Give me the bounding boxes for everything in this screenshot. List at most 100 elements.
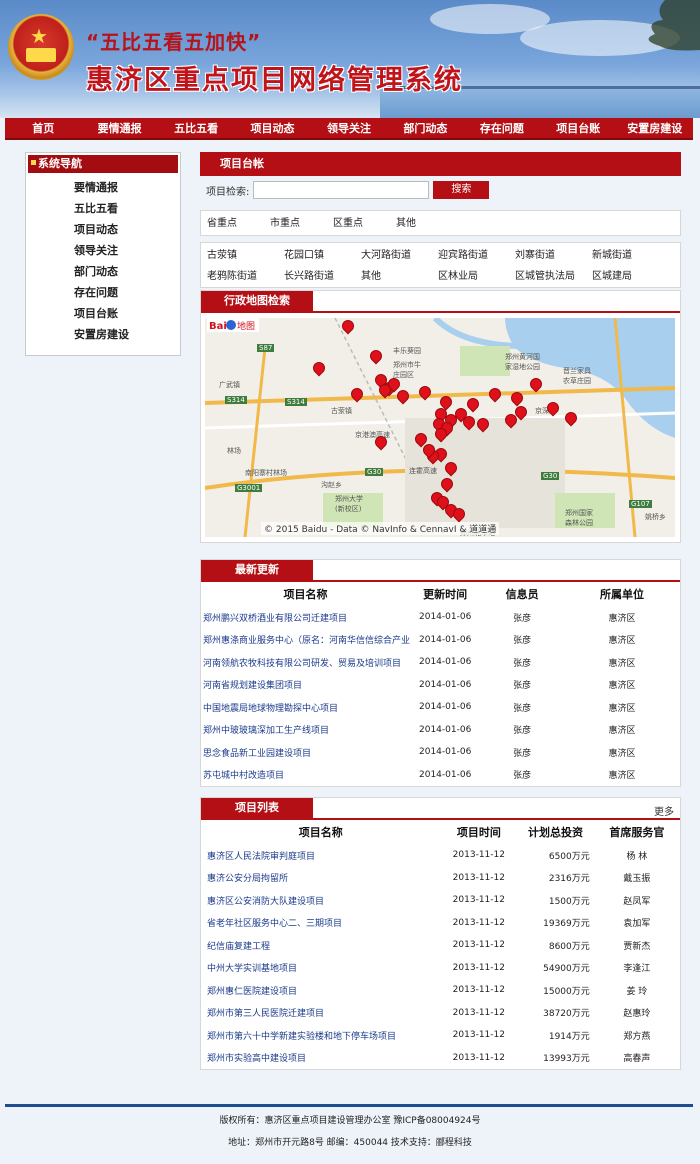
project-link[interactable]: 郑州中玻玻璃深加工生产线项目 [201, 719, 410, 742]
table-cell: 8600万元 [548, 941, 590, 952]
map-panel-title: 行政地图检索 [201, 291, 313, 311]
sidebar-item-five-compare[interactable]: 五比五看 [26, 198, 180, 219]
table-cell: 2013-11-12 [452, 1030, 505, 1041]
table-cell: 2014-01-06 [419, 769, 472, 780]
table-row: 中国地震局地球物理勘探中心项目 2014-01-06 张彦 惠济区 [201, 696, 680, 719]
page-title: 项目台帐 [200, 152, 681, 176]
latest-updates-title: 最新更新 [201, 560, 313, 580]
nav-five-compare[interactable]: 五比五看 [158, 118, 234, 138]
nav-resettlement-housing[interactable]: 安置房建设 [617, 118, 693, 138]
project-link[interactable]: 惠济公安分局拘留所 [201, 867, 441, 890]
filter-unit[interactable]: 区城建局 [586, 266, 663, 287]
table-cell: 54900万元 [543, 964, 590, 975]
filter-unit[interactable]: 长兴路街道 [278, 266, 355, 287]
project-link[interactable]: 惠济区公安消防大队建设项目 [201, 889, 441, 912]
table-cell: 2013-11-12 [452, 1007, 505, 1018]
road-badge: S314 [225, 396, 247, 404]
nav-briefing[interactable]: 要情通报 [81, 118, 157, 138]
search-row: 项目检索: 搜索 [200, 176, 681, 204]
sidebar-item-project-ledger[interactable]: 项目台账 [26, 303, 180, 324]
system-title: 惠济区重点项目网络管理系统 [86, 65, 463, 96]
project-link[interactable]: 郑州惠涤商业服务中心（原名：河南华信信综合产业 [201, 629, 410, 652]
table-cell: 贾新杰 [623, 941, 651, 952]
project-link[interactable]: 郑州惠仁医院建设项目 [201, 979, 441, 1002]
sidebar-item-issues[interactable]: 存在问题 [26, 282, 180, 303]
table-row: 郑州中玻玻璃深加工生产线项目 2014-01-06 张彦 惠济区 [201, 719, 680, 742]
project-link[interactable]: 省老年社区服务中心二、三期项目 [201, 912, 441, 935]
project-link[interactable]: 郑州鹏兴双桥酒业有限公司迁建项目 [201, 606, 410, 629]
footer-address: 地址：郑州市开元路8号 邮编：450044 技术支持：郦程科技 [228, 1138, 472, 1148]
project-link[interactable]: 苏屯城中村改造项目 [201, 764, 410, 787]
filter-city-key[interactable]: 市重点 [264, 213, 327, 234]
filter-provincial-key[interactable]: 省重点 [201, 213, 264, 234]
table-row: 中州大学实训基地项目 2013-11-12 54900万元 李逢江 [201, 957, 680, 980]
search-button[interactable]: 搜索 [433, 181, 490, 199]
filter-other-level[interactable]: 其他 [390, 213, 453, 234]
sidebar-item-leader-focus[interactable]: 领导关注 [26, 240, 180, 261]
nav-home[interactable]: 首页 [5, 118, 81, 138]
project-link[interactable]: 河南省规划建设集团项目 [201, 674, 410, 697]
district-map[interactable]: 丰乐葵园 郑州市牛 庄园区 郑州黄河国 家湿地公园 晋兰家具 农草庄园 广武镇 … [205, 318, 675, 537]
sidebar-item-briefing[interactable]: 要情通报 [26, 177, 180, 198]
table-cell: 姜 玲 [626, 986, 648, 997]
filter-unit[interactable]: 古荥镇 [201, 245, 278, 266]
filter-district-key[interactable]: 区重点 [327, 213, 390, 234]
header-slogan: “五比五看五加快” [86, 30, 262, 54]
header-banner: ★ “五比五看五加快” 惠济区重点项目网络管理系统 [0, 0, 700, 118]
project-link[interactable]: 郑州市第六十中学新建实验楼和地下停车场项目 [201, 1024, 441, 1047]
filter-unit[interactable]: 迎宾路街道 [432, 245, 509, 266]
table-cell: 张彦 [513, 726, 532, 737]
filter-unit[interactable]: 老鸦陈街道 [201, 266, 278, 287]
table-cell: 张彦 [513, 681, 532, 692]
sidebar-title: 系统导航 [28, 155, 178, 173]
sidebar-item-department-news[interactable]: 部门动态 [26, 261, 180, 282]
project-list-title: 项目列表 [201, 798, 313, 818]
table-row: 河南省规划建设集团项目 2014-01-06 张彦 惠济区 [201, 674, 680, 697]
filter-unit[interactable]: 刘寨街道 [509, 245, 586, 266]
table-cell: 13993万元 [543, 1054, 590, 1065]
project-link[interactable]: 中州大学实训基地项目 [201, 957, 441, 980]
table-cell: 2013-11-12 [452, 985, 505, 996]
project-link[interactable]: 郑州市实验高中建设项目 [201, 1047, 441, 1070]
map-label: 林场 [227, 447, 241, 455]
map-label: 郑州黄河国 家湿地公园 [505, 353, 540, 371]
map-label: 南阳寨村林场 [245, 469, 287, 477]
filter-unit[interactable]: 新城街道 [586, 245, 663, 266]
project-link[interactable]: 中国地震局地球物理勘探中心项目 [201, 696, 410, 719]
footer-copyright: 版权所有：惠济区重点项目建设管理办公室 豫ICP备08004924号 [219, 1116, 481, 1126]
map-label: 晋兰家具 农草庄园 [563, 367, 591, 385]
nav-project-news[interactable]: 项目动态 [234, 118, 310, 138]
nav-issues[interactable]: 存在问题 [464, 118, 540, 138]
table-row: 思念食品新工业园建设项目 2014-01-06 张彦 惠济区 [201, 741, 680, 764]
filter-unit[interactable]: 区城管执法局 [509, 266, 586, 287]
filter-unit[interactable]: 花园口镇 [278, 245, 355, 266]
project-link[interactable]: 思念食品新工业园建设项目 [201, 741, 410, 764]
filter-unit[interactable]: 大河路街道 [355, 245, 432, 266]
table-cell: 1500万元 [548, 896, 590, 907]
nav-project-ledger[interactable]: 项目台账 [540, 118, 616, 138]
project-link[interactable]: 郑州市第三人民医院迁建项目 [201, 1002, 441, 1025]
table-cell: 李逢江 [623, 964, 651, 975]
map-label: 古荥镇 [331, 407, 352, 415]
filter-unit[interactable]: 其他 [355, 266, 432, 287]
table-row: 惠济区公安消防大队建设项目 2013-11-12 1500万元 赵凤军 [201, 889, 680, 912]
sidebar-item-resettlement-housing[interactable]: 安置房建设 [26, 324, 180, 345]
table-cell: 2014-01-06 [419, 747, 472, 758]
bullet-icon [31, 160, 36, 165]
project-link[interactable]: 河南领航农牧科技有限公司研发、贸易及培训项目 [201, 651, 410, 674]
map-label: 连霍高速 [409, 467, 437, 475]
table-cell: 2013-11-12 [452, 962, 505, 973]
more-link[interactable]: 更多 [654, 803, 674, 818]
filter-unit[interactable]: 区林业局 [432, 266, 509, 287]
table-cell: 2013-11-12 [452, 895, 505, 906]
project-link[interactable]: 惠济区人民法院审判庭项目 [201, 844, 441, 867]
sidebar-item-project-news[interactable]: 项目动态 [26, 219, 180, 240]
table-row: 郑州市第三人民医院迁建项目 2013-11-12 38720万元 赵惠玲 [201, 1002, 680, 1025]
table-header-row: 项目名称 项目时间 计划总投资 首席服务官 [201, 820, 680, 844]
project-link[interactable]: 纪信庙复建工程 [201, 934, 441, 957]
project-list-header: 项目列表 更多 [201, 798, 680, 820]
nav-leader-focus[interactable]: 领导关注 [311, 118, 387, 138]
nav-department-news[interactable]: 部门动态 [387, 118, 463, 138]
search-input[interactable] [253, 181, 430, 199]
project-list-table: 项目名称 项目时间 计划总投资 首席服务官 惠济区人民法院审判庭项目 2013-1… [201, 820, 680, 1069]
